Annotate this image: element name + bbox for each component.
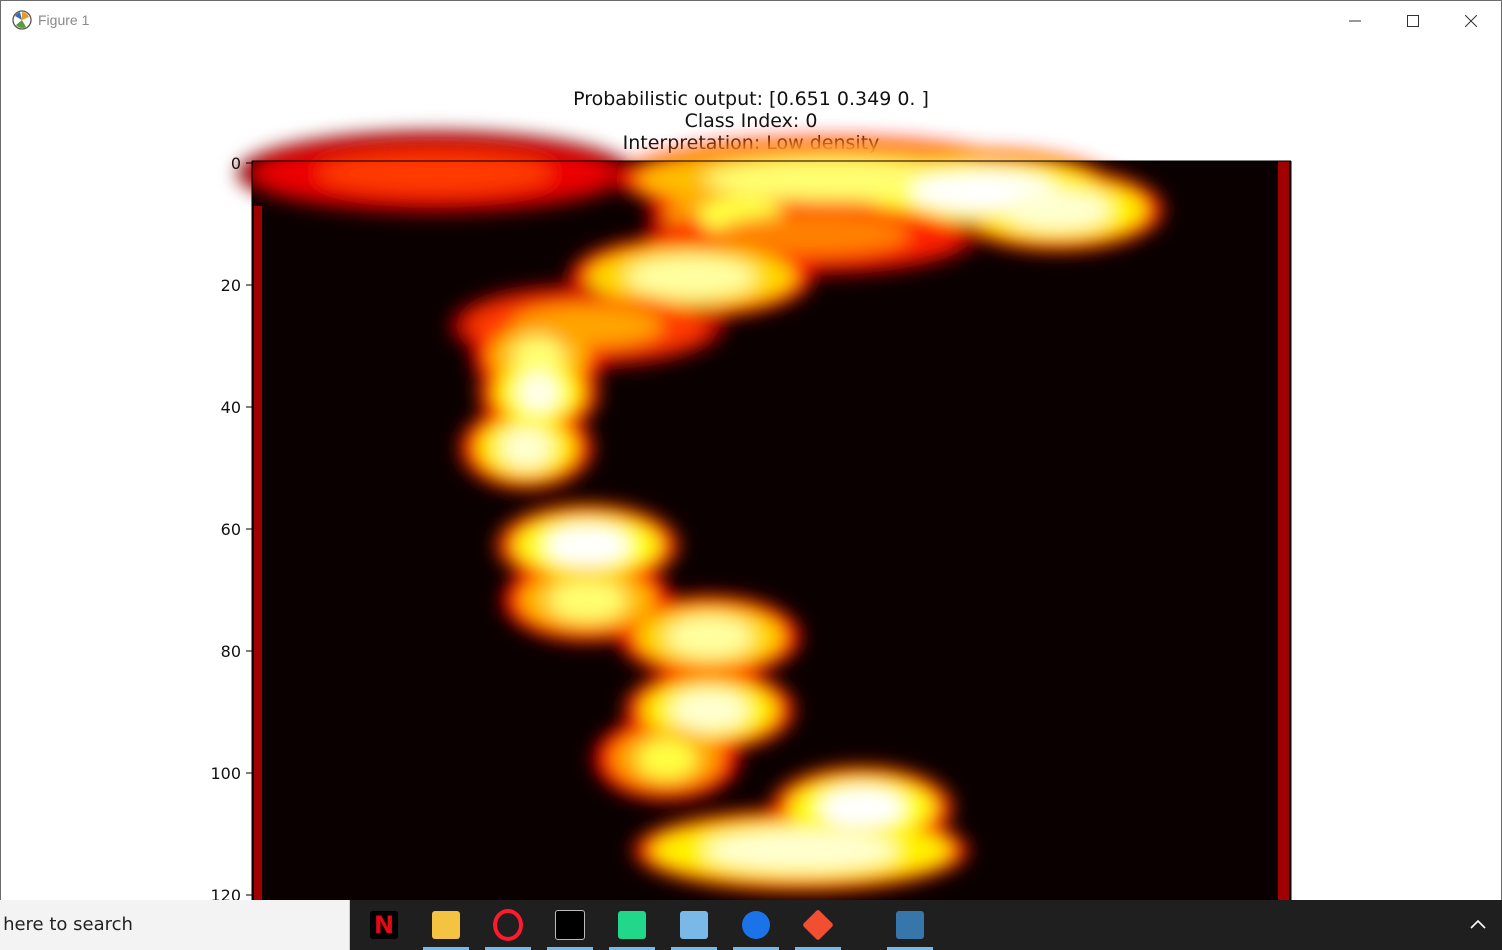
y-tick-label: 80: [221, 642, 241, 661]
taskbar-app-terminal[interactable]: [545, 900, 595, 950]
heatmap-axes: 0 20 40 60 80 100 120: [210, 131, 1292, 900]
heatmap-cell-core: [517, 372, 561, 413]
heatmap-cell-core: [671, 690, 748, 730]
notepad-icon: [680, 911, 708, 939]
heatmap-cell-core: [627, 256, 756, 297]
chevron-up-icon[interactable]: [1466, 913, 1490, 937]
heatmap-plot: 0 20 40 60 80 100 120: [210, 131, 1292, 900]
heatmap-cell-core: [513, 336, 565, 377]
figure-canvas[interactable]: Probabilistic output: [0.651 0.349 0. ] …: [1, 40, 1501, 900]
heatmap-cell-core: [500, 427, 553, 468]
heatmap-cell-core: [717, 214, 910, 255]
maximize-icon: [1407, 14, 1419, 27]
y-tick-label: 60: [221, 520, 241, 539]
y-tick-label: 20: [221, 276, 241, 295]
close-button[interactable]: [1442, 1, 1500, 40]
git-icon: [802, 909, 834, 941]
heatmap-cell-core: [549, 580, 626, 621]
window-title: Figure 1: [38, 12, 90, 28]
taskbar-app-maps[interactable]: [731, 900, 781, 950]
title-bar[interactable]: Figure 1: [1, 0, 1501, 40]
maximize-button[interactable]: [1384, 1, 1442, 40]
figure-window: Figure 1 Probabilistic output: [0.651 0.…: [0, 0, 1502, 900]
heatmap-cell-core: [704, 830, 898, 871]
taskbar-search-box[interactable]: Type here to search: [0, 900, 350, 950]
heatmap-cell-core: [317, 153, 553, 194]
pycharm-icon: [618, 911, 646, 939]
heatmap-cell-core: [819, 787, 905, 828]
file-explorer-icon: [432, 911, 460, 939]
taskbar-app-file-explorer[interactable]: [421, 900, 471, 950]
taskbar-app-git[interactable]: [793, 900, 843, 950]
taskbar-app-netflix[interactable]: N: [359, 900, 409, 950]
netflix-icon: N: [370, 911, 398, 939]
heatmap-cell-core: [666, 616, 753, 657]
minimize-icon: [1349, 20, 1361, 21]
maps-icon: [742, 911, 770, 939]
taskbar-app-notepad[interactable]: [669, 900, 719, 950]
y-tick-label: 100: [210, 764, 241, 783]
heatmap-cell-core: [544, 525, 631, 566]
taskbar: Type here to search N: [0, 900, 1502, 950]
y-tick-label: 40: [221, 398, 241, 417]
minimize-button[interactable]: [1326, 1, 1384, 40]
close-icon: [1465, 14, 1477, 27]
taskbar-app-pycharm[interactable]: [607, 900, 657, 950]
taskbar-app-python[interactable]: [885, 900, 935, 950]
heatmap-left-edge: [254, 206, 262, 900]
opera-icon: [493, 909, 523, 941]
y-tick-label: 120: [210, 886, 241, 900]
terminal-icon: [555, 910, 585, 940]
python-icon: [896, 911, 924, 939]
search-placeholder: Type here to search: [0, 914, 133, 935]
matplotlib-icon: [12, 10, 32, 30]
taskbar-app-opera[interactable]: [483, 900, 533, 950]
y-tick-label: 0: [231, 154, 241, 173]
heatmap-cell-core: [636, 738, 697, 779]
heatmap-right-edge: [1278, 161, 1289, 900]
heatmap-cell-core: [1003, 189, 1111, 230]
